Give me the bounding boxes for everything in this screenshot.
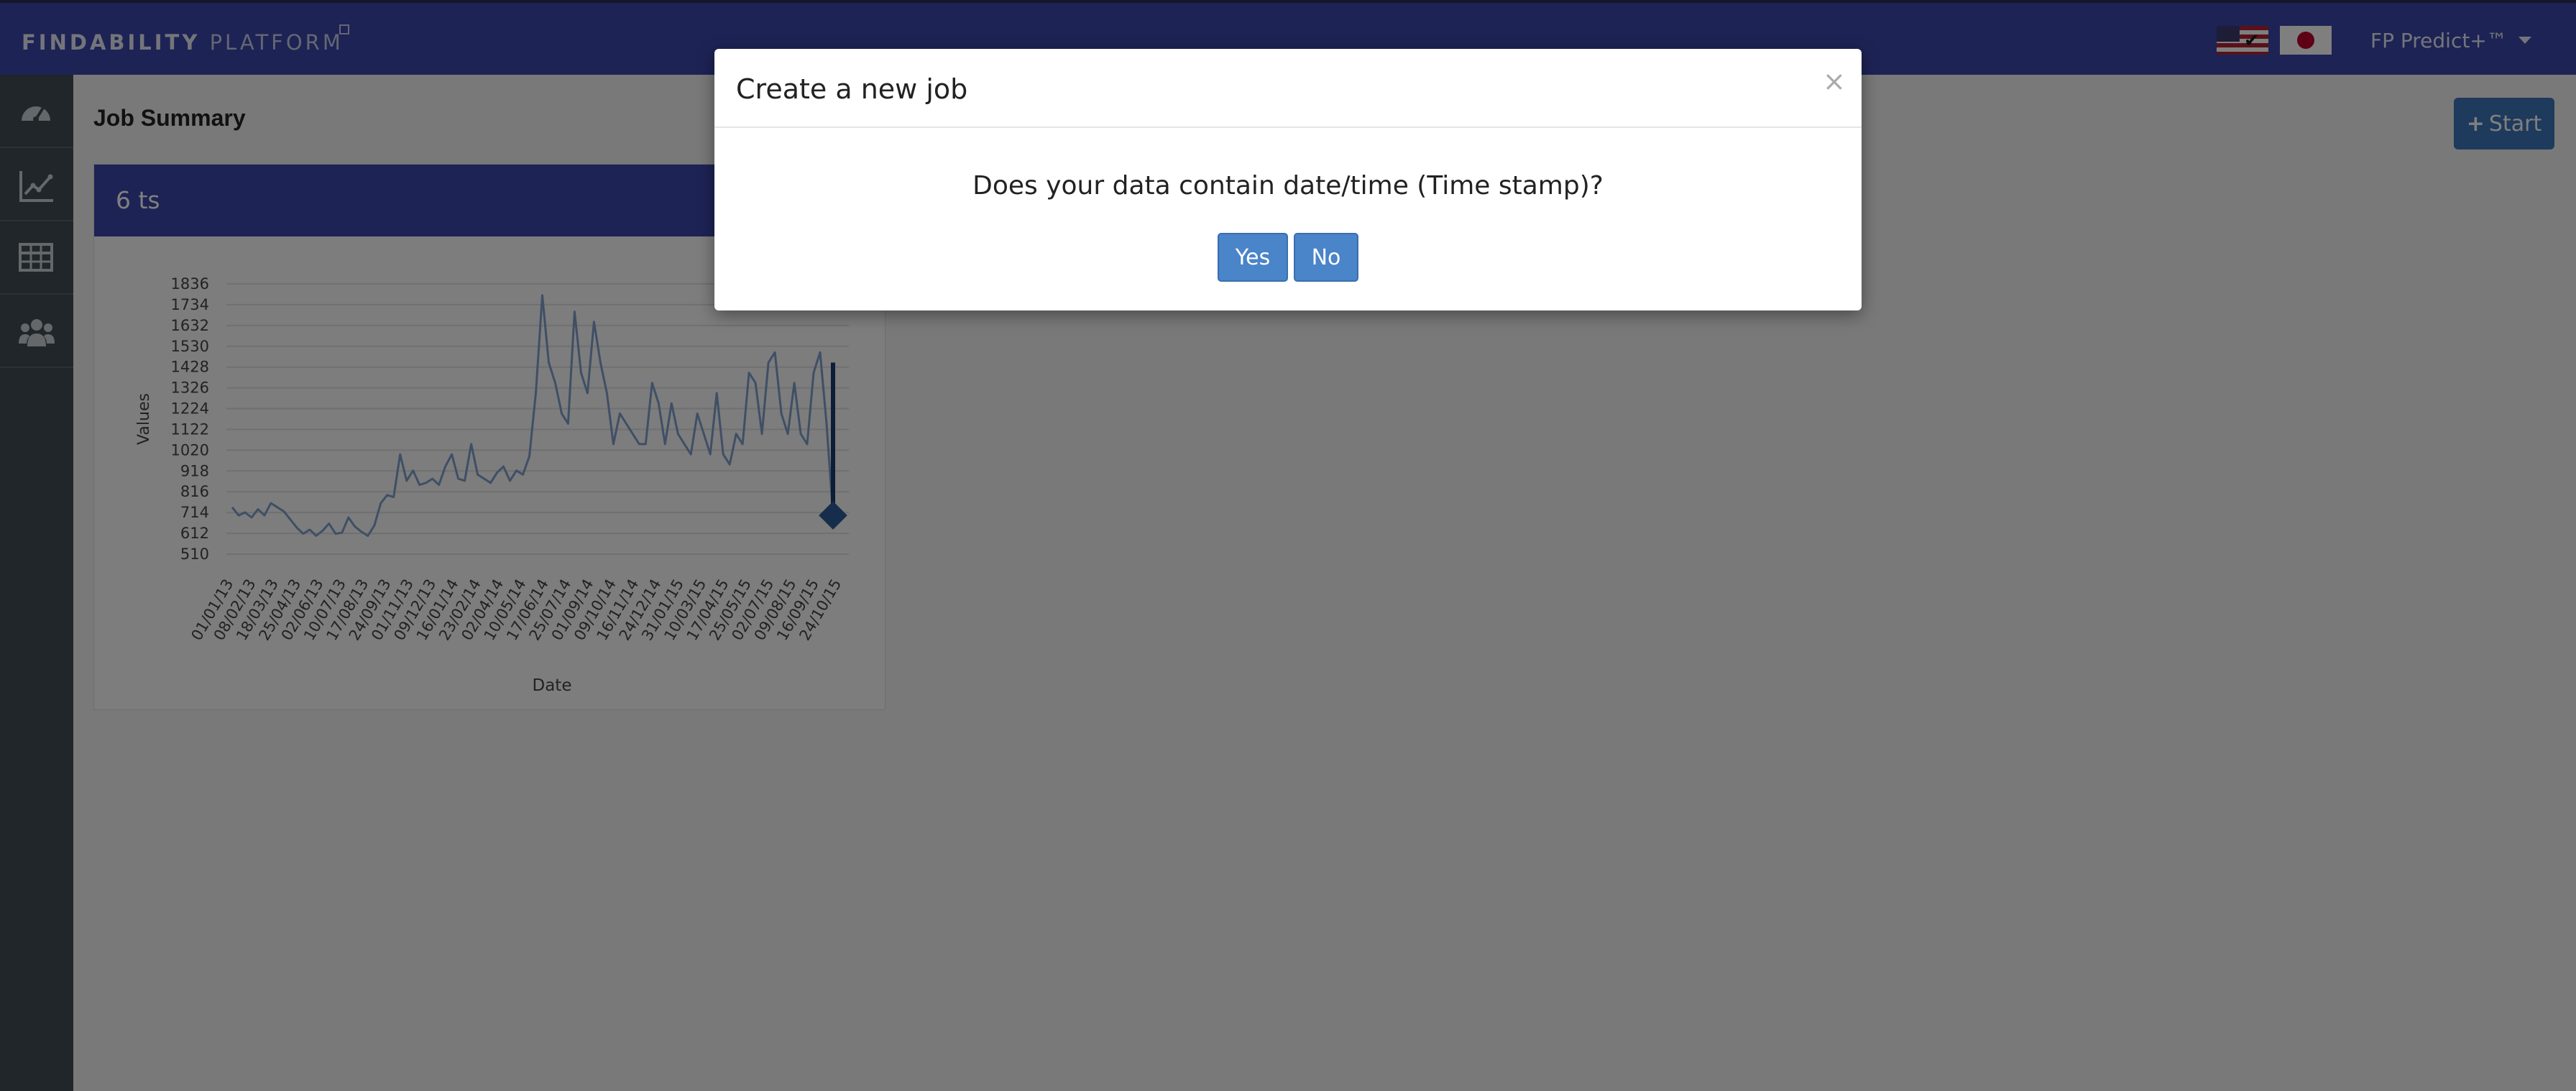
yes-button[interactable]: Yes bbox=[1218, 233, 1288, 282]
close-icon[interactable]: × bbox=[1823, 68, 1846, 95]
create-job-dialog: Create a new job × Does your data contai… bbox=[714, 49, 1862, 310]
dialog-question: Does your data contain date/time (Time s… bbox=[972, 171, 1604, 201]
no-button[interactable]: No bbox=[1294, 233, 1358, 282]
dialog-title: Create a new job bbox=[736, 73, 968, 105]
dialog-header: Create a new job × bbox=[714, 49, 1862, 128]
